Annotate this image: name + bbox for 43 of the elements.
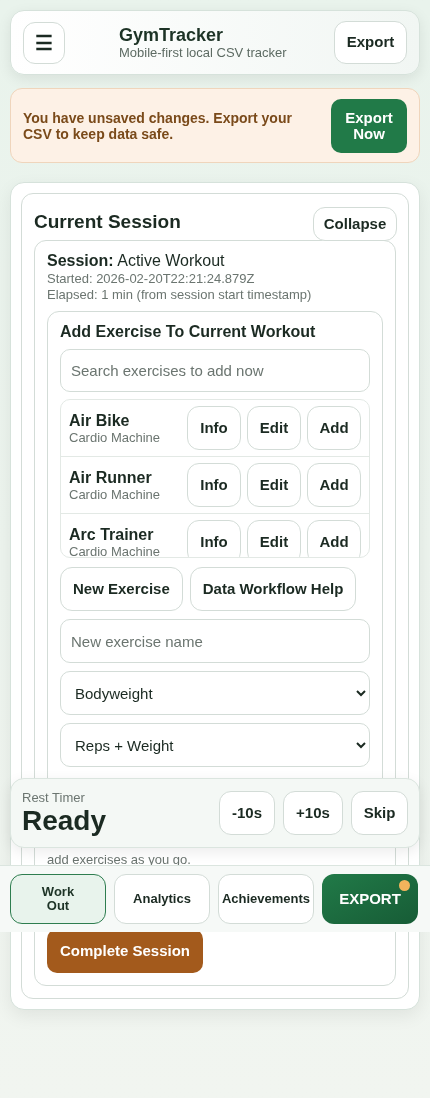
exercise-action-button[interactable]: Info [187,463,241,507]
timer-status: Ready [22,804,107,837]
select-field[interactable]: Bodyweight [60,671,370,715]
exercise-name: Arc Trainer [69,525,155,544]
select-field[interactable]: Reps + Weight [60,723,370,767]
input-field[interactable]: New exercise name [60,619,370,663]
section-title: Current Session [34,210,181,234]
exercise-action-button[interactable]: Edit [247,406,301,450]
menu-button[interactable]: ☰ [23,21,65,64]
timer-button[interactable]: +10s [283,791,343,835]
exercise-action-button[interactable]: Edit [247,520,301,557]
nav-tab[interactable]: Work Out [10,874,106,924]
timer-button[interactable]: Skip [351,791,408,835]
unsaved-message: You have unsaved changes. Export your CSV to keep data safe. [23,109,293,142]
collapse-button[interactable]: Collapse [313,207,397,241]
exercise-action-button[interactable]: Add [307,406,361,450]
exercise-name: Air Bike [69,411,131,430]
action-button[interactable]: Data Workflow Help [189,567,357,611]
export-nav-button[interactable]: EXPORT [322,874,418,924]
nav-tab[interactable]: Analytics [114,874,210,924]
search-field[interactable]: Search exercises to add now [60,349,370,392]
app-title: GymTracker [119,25,225,45]
exercise-name: Air Runner [69,468,153,487]
app-subtitle: Mobile-first local CSV tracker [119,45,287,60]
exercise-category: Cardio Machine [69,543,161,557]
complete-session-button[interactable]: Complete Session [47,929,204,973]
action-button[interactable]: New Exercise [60,567,183,611]
session-elapsed: Elapsed: 1 min (from session start timestamp) [47,287,313,303]
nav-tab[interactable]: Achievements [218,874,314,924]
session-name: Session: Active Workout [47,251,226,271]
timer-label: Rest Timer [22,789,86,805]
exercise-action-button[interactable]: Info [187,406,241,450]
panel-title: Add Exercise To Current Workout [60,322,317,342]
exercise-action-button[interactable]: Add [307,520,361,557]
exercise-action-button[interactable]: Add [307,463,361,507]
exercise-action-button[interactable]: Info [187,520,241,557]
timer-button[interactable]: -10s [219,791,275,835]
export-button[interactable]: Export [334,21,407,64]
exercise-category: Cardio Machine [69,486,161,502]
exercise-action-button[interactable]: Edit [247,463,301,507]
exercise-category: Cardio Machine [69,429,161,445]
export-now-button[interactable]: Export Now [331,98,407,153]
session-started: Started: 2026-02-20T22:21:24.879Z [47,271,256,287]
